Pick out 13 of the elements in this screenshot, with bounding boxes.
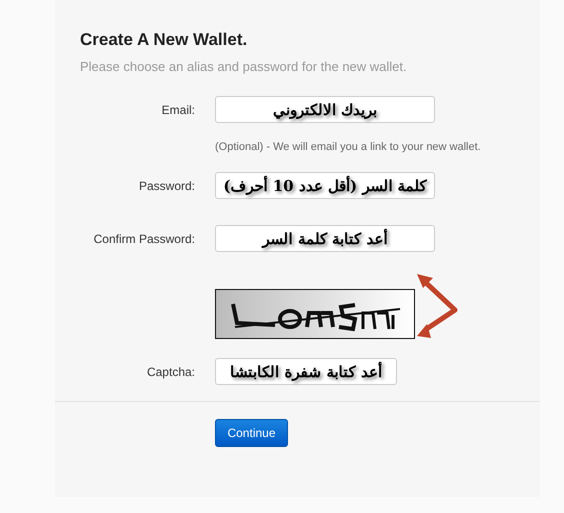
page-title: Create A New Wallet.: [80, 30, 248, 50]
captcha-field[interactable]: أعد كتابة شفرة الكابتشا: [215, 358, 397, 385]
field-label: Password:: [138, 178, 195, 192]
field-label: Captcha:: [146, 364, 195, 378]
email-field[interactable]: بريدك الالكتروني: [215, 96, 435, 123]
subtitle: Please choose an alias and password for the new wallet.: [80, 59, 408, 74]
field-label: Confirm Password:: [92, 232, 195, 246]
password-field[interactable]: أعد كتابة كلمة السر: [215, 225, 435, 252]
hint-text: (Optional) - We will email you a link to your new wallet.: [215, 141, 482, 153]
double-arrow-drawing: [417, 274, 459, 340]
password-field[interactable]: كلمة السر (أقل عدد 10 أحرف): [215, 172, 435, 199]
continue-button[interactable]: Continue: [215, 419, 288, 447]
field-label: Email:: [160, 102, 195, 116]
